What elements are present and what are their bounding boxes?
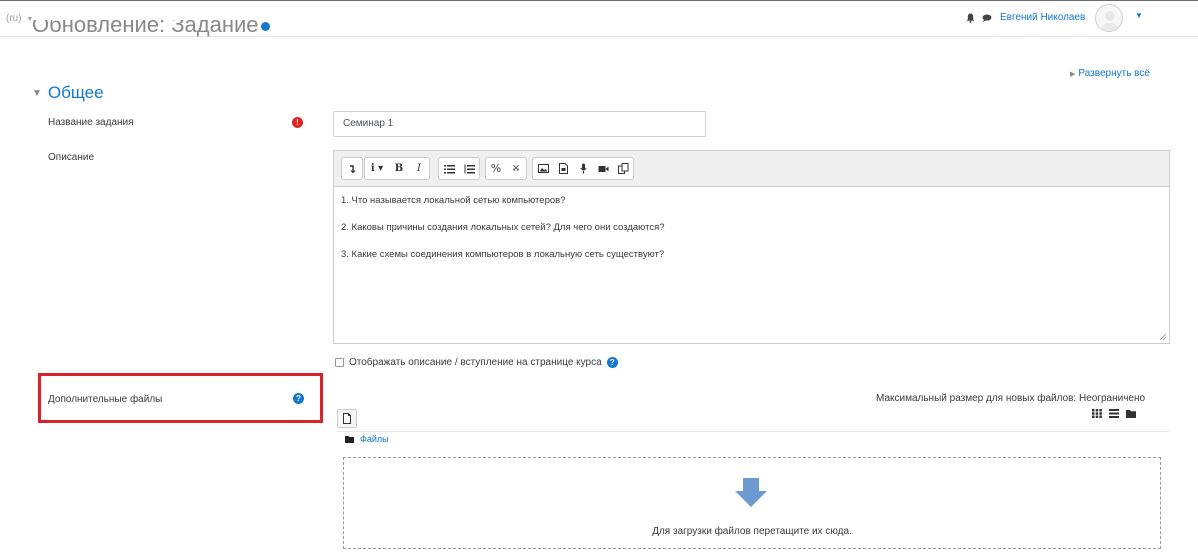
record-audio-button[interactable] <box>573 158 593 179</box>
toolbar-group-links: % ⤩ <box>485 157 527 180</box>
italic-icon: I <box>417 163 421 174</box>
description-line: 2. Каковы причины создания локальных сет… <box>341 222 665 233</box>
highlight-box <box>38 373 323 423</box>
numbered-list-icon <box>464 164 475 173</box>
bullet-list-icon <box>443 164 455 173</box>
manage-files-button[interactable] <box>613 158 633 179</box>
help-icon[interactable]: ? <box>606 357 618 368</box>
description-line: 1. Что называется локальной сетью компью… <box>341 195 566 206</box>
media-file-icon <box>558 163 568 174</box>
icons-view-icon[interactable] <box>1092 409 1102 418</box>
record-video-button[interactable] <box>593 158 613 179</box>
drop-zone-text: Для загрузки файлов перетащите их сюда. <box>652 526 852 537</box>
description-editor-content[interactable]: 1. Что называется локальной сетью компью… <box>334 188 1169 343</box>
editor-toolbar: i ▾ B I % ⤩ <box>334 151 1169 187</box>
section-general-toggle[interactable]: ▼ Общее <box>32 83 104 103</box>
file-drop-zone[interactable]: Для загрузки файлов перетащите их сюда. <box>343 457 1161 549</box>
user-name-link[interactable]: Евгений Николаев <box>1000 12 1085 23</box>
insert-media-button[interactable] <box>553 158 573 179</box>
description-label: Описание <box>48 152 95 163</box>
tree-view-folder-icon[interactable] <box>1126 409 1136 418</box>
chevron-down-icon: ▼ <box>32 88 42 100</box>
section-general-legend: Общее <box>47 83 104 102</box>
bold-button[interactable]: B <box>389 158 409 179</box>
toolbar-group-text: i ▾ B I <box>364 157 430 180</box>
title-help-icon[interactable] <box>260 21 270 31</box>
link-icon: % <box>490 162 502 175</box>
video-camera-icon <box>598 165 608 172</box>
unlink-button[interactable]: ⤩ <box>506 158 526 179</box>
filepicker-divider <box>337 431 1169 432</box>
show-description-label: Отображать описание / вступление на стра… <box>349 357 602 368</box>
bell-icon[interactable] <box>966 13 975 23</box>
expand-all-label: Развернуть всё <box>1078 68 1150 79</box>
insert-image-button[interactable] <box>533 158 553 179</box>
assignment-name-label: Название задания <box>48 117 134 128</box>
user-menu-chevron-icon[interactable]: ▼ <box>1135 11 1143 20</box>
microphone-icon <box>579 163 587 174</box>
folder-icon <box>345 435 354 443</box>
chat-icon[interactable] <box>982 14 992 22</box>
collapse-toolbar-button[interactable] <box>342 158 362 179</box>
user-avatar[interactable] <box>1095 4 1123 32</box>
expand-all-link[interactable]: ▶ Развернуть всё <box>1070 68 1150 79</box>
language-menu[interactable]: (ru) ▼ <box>6 13 33 24</box>
resize-handle-icon[interactable] <box>1159 333 1167 341</box>
file-path-breadcrumb: Файлы <box>345 434 389 444</box>
file-view-switcher <box>1092 409 1136 418</box>
show-description-checkbox[interactable] <box>335 358 344 367</box>
unlink-icon: ⤩ <box>511 163 521 174</box>
description-editor: i ▾ B I % ⤩ 1. Что называется локальной … <box>333 150 1170 344</box>
link-button[interactable]: % <box>486 158 506 179</box>
files-icon <box>617 163 628 174</box>
triangle-right-icon: ▶ <box>1070 71 1076 78</box>
required-icon: ! <box>292 117 303 128</box>
files-root-link[interactable]: Файлы <box>360 434 389 444</box>
upload-arrow-icon <box>735 478 767 507</box>
italic-button[interactable]: I <box>409 158 429 179</box>
page-title: Обновление: Задание <box>32 20 270 38</box>
collapse-icon <box>350 164 356 173</box>
add-file-icon <box>343 413 351 424</box>
toolbar-group-collapse <box>341 157 363 180</box>
description-line: 3. Какие схемы соединения компьютеров в … <box>341 249 665 260</box>
toolbar-group-lists <box>438 157 480 180</box>
max-file-size-text: Максимальный размер для новых файлов: Не… <box>876 393 1146 404</box>
image-icon <box>537 164 549 173</box>
ordered-list-button[interactable] <box>459 158 479 179</box>
list-view-icon[interactable] <box>1109 409 1119 418</box>
bold-icon: B <box>394 163 404 174</box>
language-label: (ru) <box>6 13 22 24</box>
page-title-text: Обновление: Задание <box>32 20 259 37</box>
paragraph-style-button[interactable]: i ▾ <box>365 158 389 179</box>
info-style-icon: i ▾ <box>370 163 384 174</box>
toolbar-group-media <box>532 157 634 180</box>
assignment-name-input[interactable]: Семинар 1 <box>333 111 706 137</box>
add-file-button[interactable] <box>337 409 357 428</box>
show-description-row: Отображать описание / вступление на стра… <box>335 357 618 368</box>
unordered-list-button[interactable] <box>439 158 459 179</box>
